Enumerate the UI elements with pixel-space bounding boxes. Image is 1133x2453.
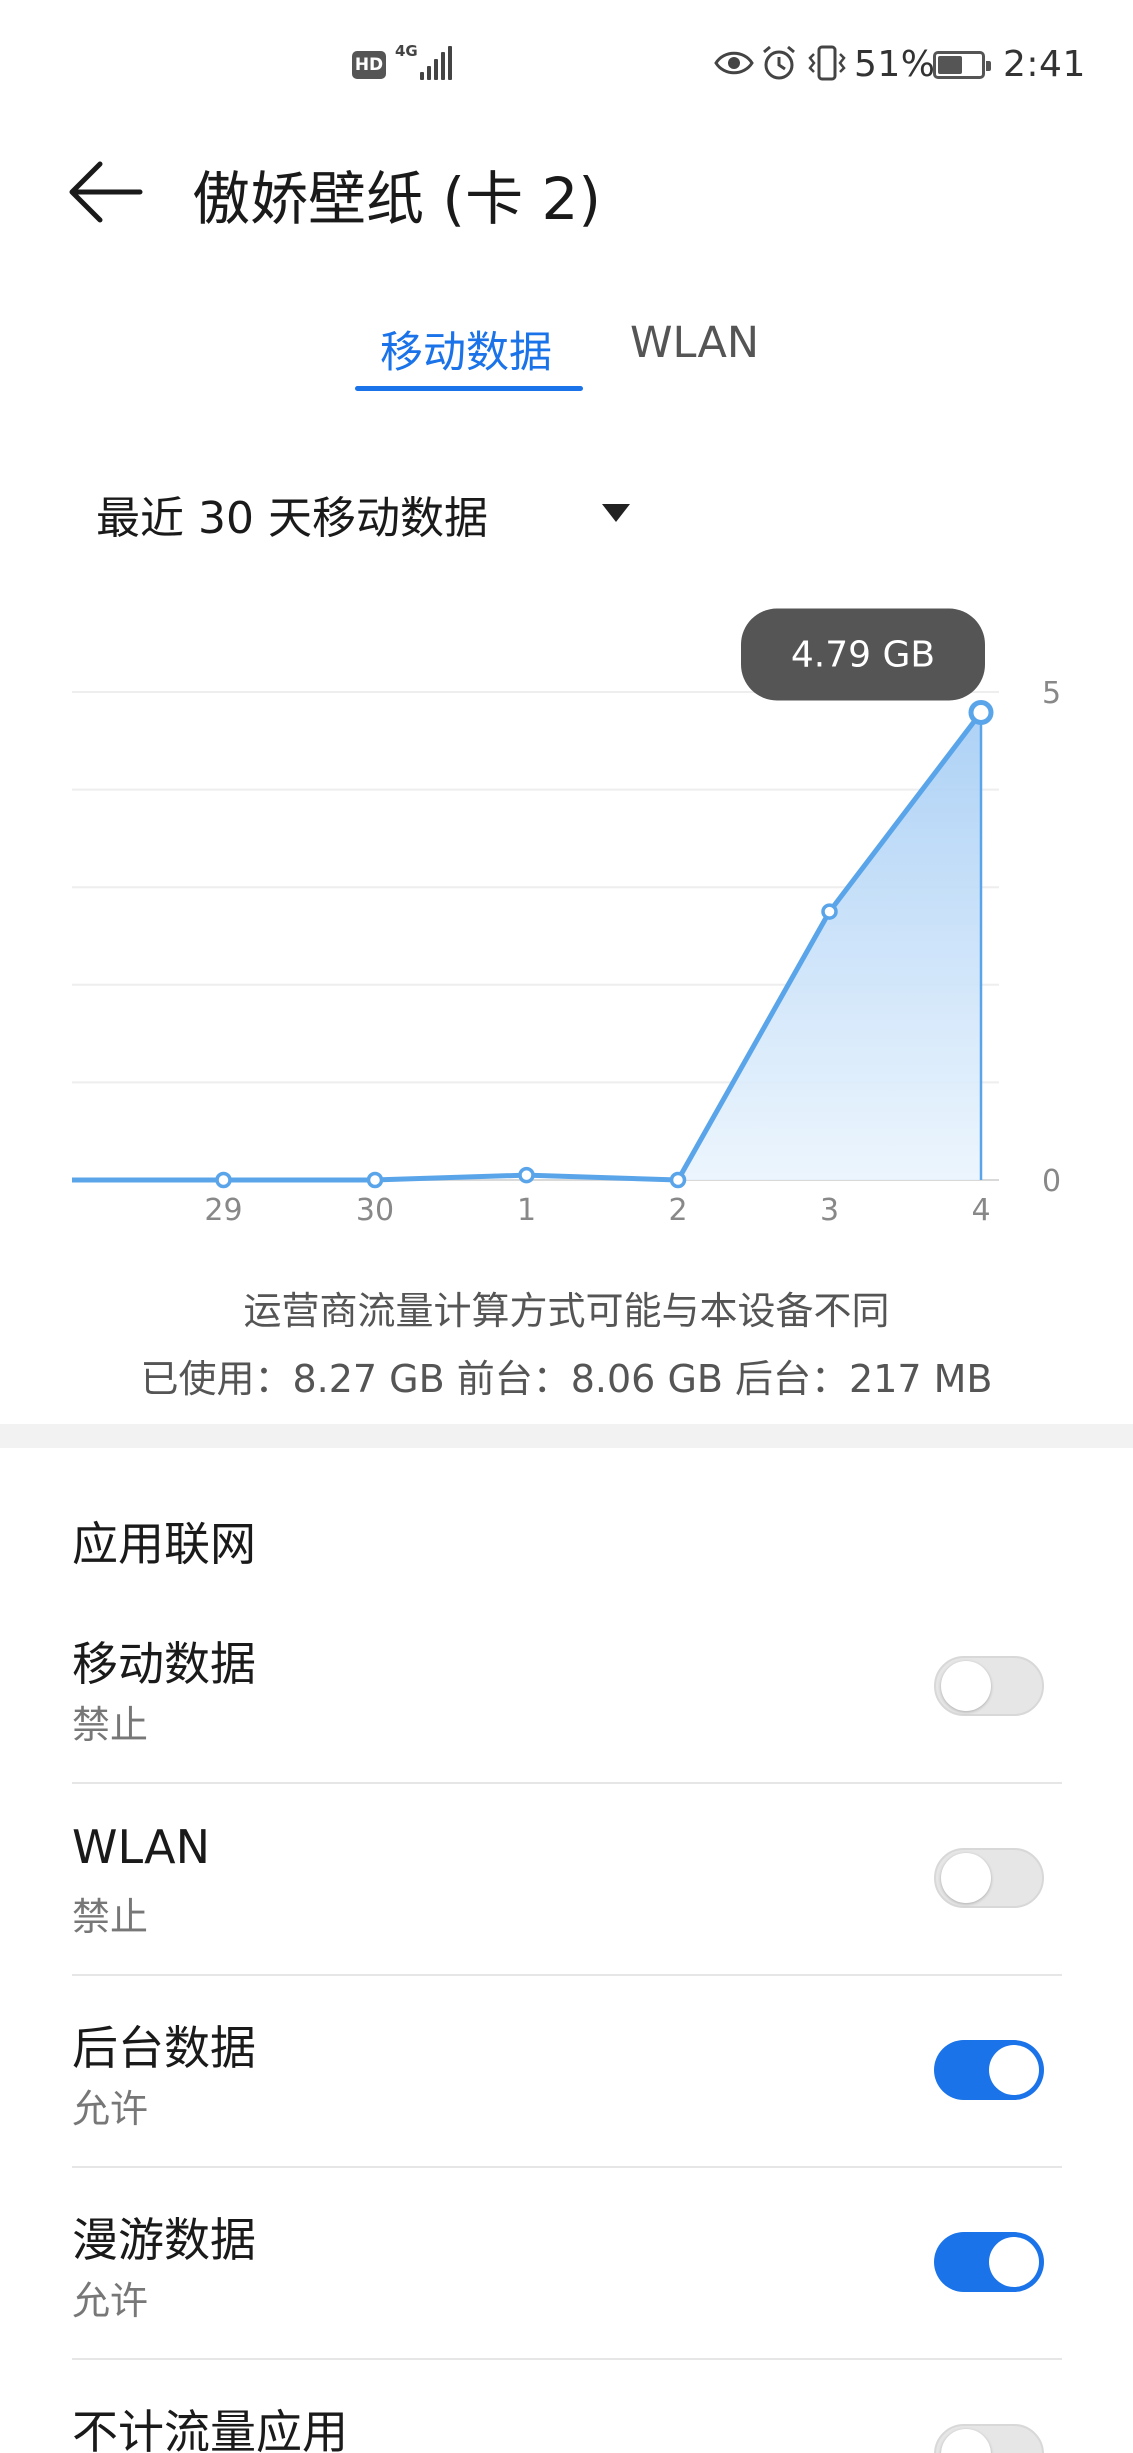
setting-row-roaming-data[interactable]: 漫游数据 允许: [0, 2204, 1133, 2394]
setting-status: 允许: [72, 2087, 149, 2131]
roaming-data-toggle[interactable]: [934, 2232, 1044, 2292]
carrier-disclaimer: 运营商流量计算方式可能与本设备不同: [243, 1289, 890, 1333]
mobile-data-toggle[interactable]: [934, 1656, 1044, 1716]
usage-chart: 29 30 1 2 3 4 5 0 4.79 GB: [72, 608, 1061, 1228]
arrow-left-icon: [69, 161, 143, 223]
range-dropdown[interactable]: 最近 30 天移动数据: [96, 482, 656, 544]
setting-title: WLAN: [72, 1820, 211, 1874]
back-button[interactable]: [60, 150, 150, 240]
page-title: 傲娇壁纸 (卡 2): [192, 165, 602, 233]
chart-area-fill: [678, 712, 981, 1180]
battery-percent: 51%: [854, 44, 936, 85]
setting-status: 禁止: [72, 1895, 149, 1939]
y-tick-label: 0: [1042, 1164, 1061, 1199]
setting-status: 禁止: [72, 1703, 149, 1747]
x-tick-label: 29: [204, 1193, 242, 1228]
setting-title: 漫游数据: [72, 2213, 256, 2267]
setting-title: 不计流量应用: [72, 2405, 348, 2453]
chart-point: [669, 1171, 687, 1189]
section-divider: [0, 1424, 1133, 1448]
hd-icon: HD: [352, 51, 386, 79]
signal-icon: [420, 46, 452, 80]
x-tick-label: 4: [971, 1193, 990, 1228]
row-divider: [72, 2358, 1062, 2360]
wlan-toggle[interactable]: [934, 1848, 1044, 1908]
row-divider: [72, 1974, 1062, 1976]
x-tick-label: 1: [517, 1193, 536, 1228]
usage-summary: 已使用：8.27 GB 前台：8.06 GB 后台：217 MB: [140, 1357, 993, 1401]
x-tick-label: 3: [820, 1193, 839, 1228]
alarm-icon: [763, 45, 795, 80]
clock-time: 2:41: [1003, 44, 1086, 85]
setting-row-unmetered-apps[interactable]: 不计流量应用: [0, 2396, 1133, 2453]
vibrate-icon: [808, 45, 846, 81]
setting-row-mobile-data[interactable]: 移动数据 禁止: [0, 1628, 1133, 1818]
setting-title: 后台数据: [72, 2021, 256, 2075]
chart-point: [215, 1171, 232, 1189]
range-dropdown-label: 最近 30 天移动数据: [96, 493, 488, 544]
eye-icon: [714, 51, 754, 75]
unmetered-apps-toggle[interactable]: [934, 2424, 1044, 2453]
setting-row-background-data[interactable]: 后台数据 允许: [0, 2012, 1133, 2202]
y-tick-label: 5: [1042, 676, 1061, 711]
setting-row-wlan[interactable]: WLAN 禁止: [0, 1820, 1133, 2010]
setting-status: 允许: [72, 2279, 149, 2323]
section-title: 应用联网: [72, 1517, 256, 1571]
x-tick-label: 2: [668, 1193, 687, 1228]
setting-title: 移动数据: [72, 1637, 256, 1691]
chart-point: [518, 1166, 535, 1184]
battery-icon: [933, 51, 991, 79]
chart-point: [366, 1171, 384, 1189]
tab-mobile-data[interactable]: 移动数据: [380, 318, 552, 380]
x-tick-label: 30: [356, 1193, 394, 1228]
row-divider: [72, 2166, 1062, 2168]
row-divider: [72, 1782, 1062, 1784]
chart-point: [968, 699, 994, 725]
background-data-toggle[interactable]: [934, 2040, 1044, 2100]
chart-point: [821, 903, 838, 920]
active-tab-indicator: [355, 386, 583, 391]
caret-down-icon: [602, 504, 630, 522]
tab-wlan[interactable]: WLAN: [630, 318, 759, 368]
status-bar: HD 4G 51% 2:41: [0, 0, 1133, 130]
network-type-label: 4G: [395, 42, 418, 60]
chart-tooltip-text: 4.79 GB: [791, 634, 935, 675]
